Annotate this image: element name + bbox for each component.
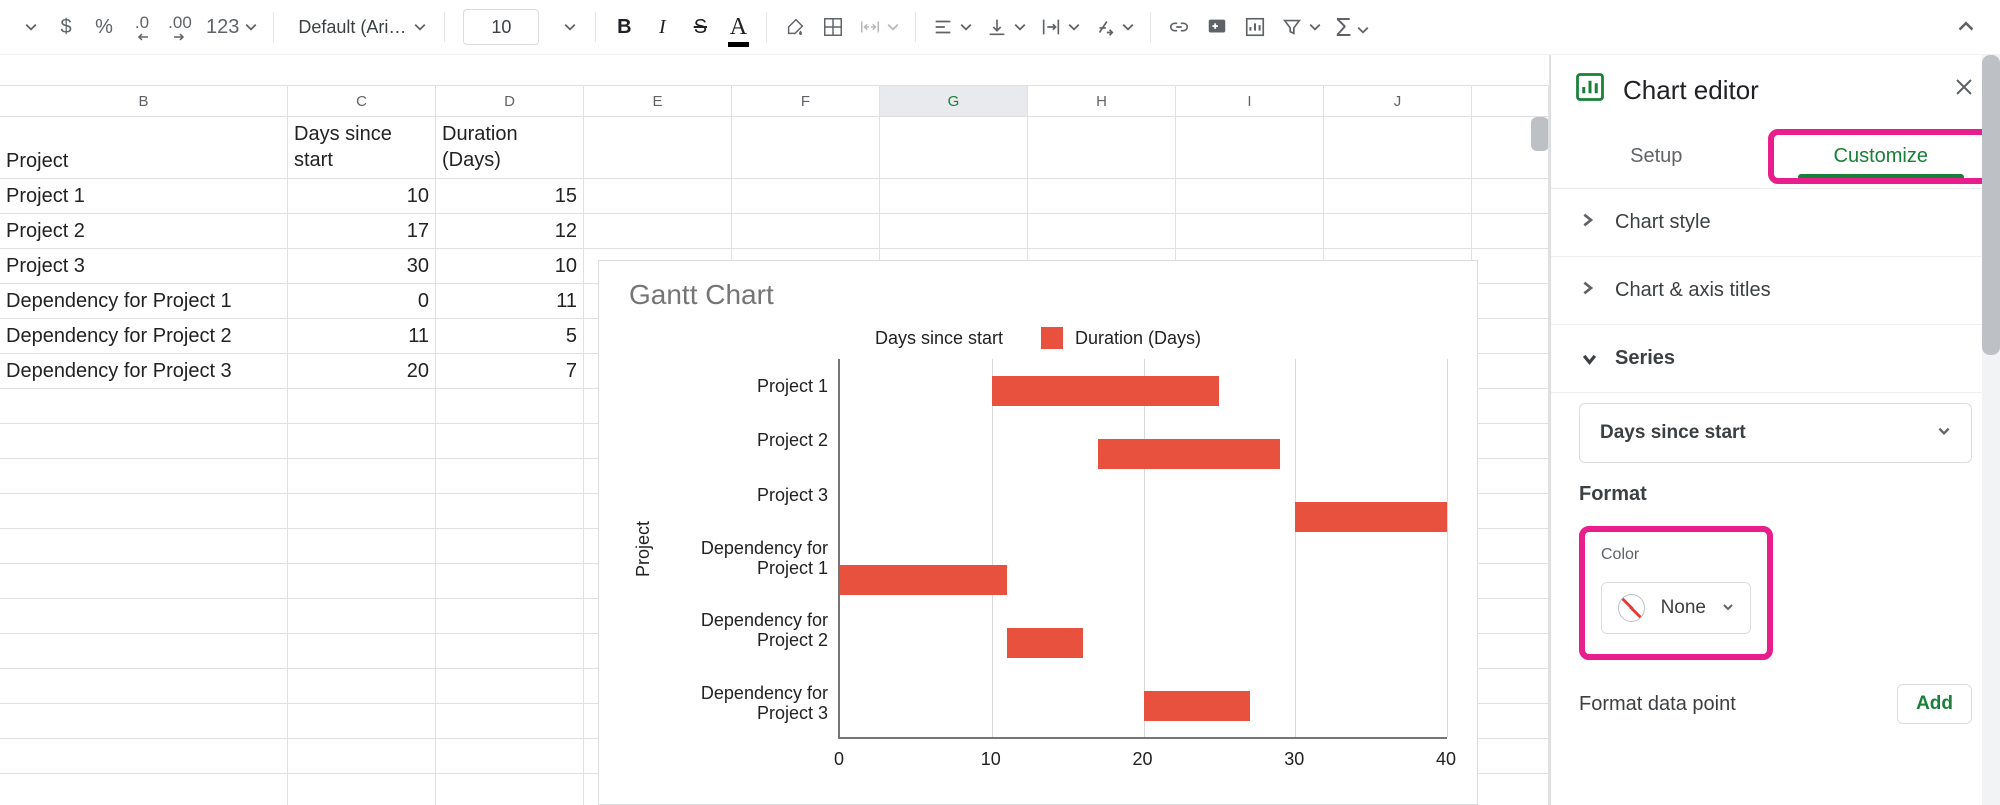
insert-chart-button[interactable]	[1237, 7, 1273, 47]
strikethrough-button[interactable]: S	[682, 7, 718, 47]
filter-button[interactable]	[1275, 7, 1327, 47]
horizontal-align-button[interactable]	[926, 7, 978, 47]
font-family-select[interactable]: Default (Ari…	[284, 8, 434, 46]
font-size-value: 10	[491, 17, 511, 38]
format-percent-button[interactable]: %	[86, 7, 122, 47]
section-series[interactable]: Series	[1551, 325, 2000, 393]
format-currency-button[interactable]: $	[48, 7, 84, 47]
color-value: None	[1661, 597, 1706, 619]
series-color-picker[interactable]: None	[1601, 582, 1751, 634]
chevron-right-icon	[1579, 279, 1595, 302]
text-rotation-button[interactable]	[1088, 7, 1140, 47]
tab-customize[interactable]: Customize	[1768, 129, 1995, 184]
table-row: Project 1 10 15	[0, 179, 1549, 214]
cell-header-project[interactable]: Project	[0, 117, 288, 178]
merge-cells-button[interactable]	[853, 7, 905, 47]
chart-editor-panel: Chart editor Setup Customize Chart style…	[1550, 55, 2000, 805]
column-header-row: B C D E F G H I J	[0, 85, 1549, 117]
bold-button[interactable]: B	[606, 7, 642, 47]
panel-scrollbar[interactable]	[1982, 55, 2000, 805]
tab-setup[interactable]: Setup	[1551, 125, 1762, 188]
font-family-label: Default (Ari…	[298, 17, 406, 38]
col-header-G[interactable]: G	[880, 86, 1028, 116]
chart-legend: Days since start Duration (Days)	[629, 327, 1447, 349]
cell-header-days-since[interactable]: Days since start	[288, 117, 436, 178]
text-color-button[interactable]: A	[720, 7, 756, 47]
legend-label-2: Duration (Days)	[1075, 328, 1201, 349]
scrollbar-thumb[interactable]	[1982, 55, 2000, 355]
italic-button[interactable]: I	[644, 7, 680, 47]
legend-swatch-orange	[1041, 327, 1063, 349]
format-heading: Format	[1579, 483, 1972, 506]
panel-tabs: Setup Customize	[1551, 125, 2000, 189]
font-size-caret[interactable]	[549, 7, 585, 47]
toolbar-caret-left[interactable]	[10, 7, 46, 47]
format-data-point-label: Format data point	[1579, 693, 1736, 716]
table-row: Project 2 17 12	[0, 214, 1549, 249]
insert-link-button[interactable]	[1161, 7, 1197, 47]
panel-header: Chart editor	[1551, 55, 2000, 125]
chart-y-categories: Project 1 Project 2 Project 3 Dependency…	[658, 359, 838, 739]
fill-color-button[interactable]	[777, 7, 813, 47]
col-header-C[interactable]: C	[288, 86, 436, 116]
col-header-B[interactable]: B	[0, 86, 288, 116]
series-select-value: Days since start	[1600, 422, 1746, 444]
chart-plot-area	[838, 359, 1447, 739]
chart-y-axis-label: Project	[629, 521, 658, 577]
collapse-toolbar-button[interactable]	[1948, 7, 1984, 47]
functions-button[interactable]: Σ	[1329, 7, 1375, 47]
chevron-down-icon	[1937, 422, 1951, 444]
panel-title: Chart editor	[1623, 75, 1759, 106]
chart-title: Gantt Chart	[629, 279, 1447, 311]
legend-label-1: Days since start	[875, 328, 1003, 349]
col-header-E[interactable]: E	[584, 86, 732, 116]
chart-editor-icon	[1575, 72, 1605, 109]
chevron-down-icon	[1722, 597, 1734, 619]
borders-button[interactable]	[815, 7, 851, 47]
vertical-align-button[interactable]	[980, 7, 1032, 47]
toolbar: $ % .0 .00 123 Default (Ari… 10 B I S A	[0, 0, 2000, 55]
section-chart-style-label: Chart style	[1615, 211, 1711, 234]
col-header-J[interactable]: J	[1324, 86, 1472, 116]
section-axis-titles-label: Chart & axis titles	[1615, 279, 1771, 302]
spreadsheet-grid[interactable]: B C D E F G H I J Project Days since sta…	[0, 55, 1550, 805]
increase-decimal-button[interactable]: .00	[162, 7, 198, 47]
swatch-none-icon	[1618, 594, 1645, 622]
embedded-chart[interactable]: Gantt Chart Days since start Duration (D…	[598, 260, 1478, 805]
insert-comment-button[interactable]	[1199, 7, 1235, 47]
add-data-point-button[interactable]: Add	[1897, 684, 1972, 724]
more-formats-label: 123	[206, 16, 239, 39]
cell-header-duration[interactable]: Duration (Days)	[436, 117, 584, 178]
chart-x-axis: 010203040	[839, 749, 1447, 777]
text-wrap-button[interactable]	[1034, 7, 1086, 47]
section-chart-style[interactable]: Chart style	[1551, 189, 2000, 257]
more-formats-button[interactable]: 123	[200, 7, 263, 47]
series-select[interactable]: Days since start	[1579, 403, 1972, 463]
chevron-right-icon	[1579, 211, 1595, 234]
col-header-I[interactable]: I	[1176, 86, 1324, 116]
font-size-input[interactable]: 10	[463, 9, 539, 45]
section-axis-titles[interactable]: Chart & axis titles	[1551, 257, 2000, 325]
color-highlight-box: Color None	[1579, 526, 1773, 660]
decrease-decimal-button[interactable]: .0	[124, 7, 160, 47]
section-series-label: Series	[1615, 347, 1675, 370]
color-label: Color	[1601, 546, 1639, 564]
chevron-down-icon	[1576, 351, 1599, 367]
col-header-D[interactable]: D	[436, 86, 584, 116]
header-row: Project Days since start Duration (Days)	[0, 117, 1549, 179]
col-header-H[interactable]: H	[1028, 86, 1176, 116]
close-panel-button[interactable]	[1952, 75, 1976, 106]
col-header-F[interactable]: F	[732, 86, 880, 116]
